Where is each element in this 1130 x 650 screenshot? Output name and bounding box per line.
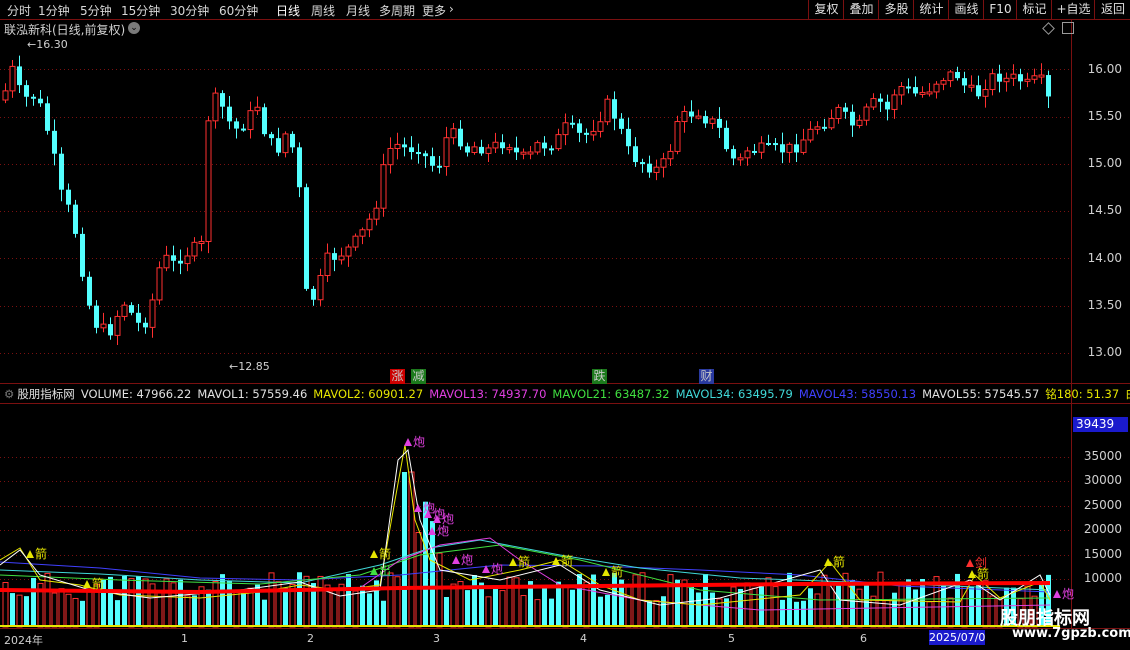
date-label: 5 [728, 632, 735, 645]
price-axis-label: 13.50 [1087, 298, 1122, 312]
high-price-label: ←16.30 [27, 38, 68, 51]
svg-text:炮: 炮 [461, 553, 473, 567]
legend-volume: VOLUME: 47966.22 [80, 387, 192, 401]
current-volume-box: 39439 [1073, 417, 1128, 432]
event-rise-badge[interactable]: 涨 [390, 369, 405, 384]
volume-bars [2, 471, 1051, 628]
svg-text:炮: 炮 [413, 435, 425, 449]
legend-mavol34: MAVOL34: 63495.79 [675, 387, 793, 401]
svg-text:箭: 箭 [833, 554, 845, 569]
chevron-down-icon[interactable]: ⌄ [128, 22, 140, 34]
date-label: 4 [580, 632, 587, 645]
price-axis-label: 13.00 [1087, 345, 1122, 359]
svg-text:箭: 箭 [518, 554, 530, 569]
price-axis-label: 15.50 [1087, 109, 1122, 123]
svg-text:箭: 箭 [92, 576, 104, 591]
current-date-box: 2025/07/0 [929, 630, 986, 645]
date-label: 2024年 [4, 634, 43, 647]
volume-gridlines [0, 457, 1071, 580]
chart-title[interactable]: 联泓新科(日线,前复权) [4, 21, 125, 38]
volume-axis-label: 30000 [1083, 473, 1122, 487]
candlesticks [2, 55, 1051, 345]
svg-text:箭: 箭 [35, 546, 47, 561]
price-axis-label: 14.50 [1087, 203, 1122, 217]
svg-text:出: 出 [379, 564, 391, 578]
svg-text:炮: 炮 [491, 562, 503, 576]
legend-mavol1: MAVOL1: 57559.46 [197, 387, 308, 401]
legend-mavol21: MAVOL21: 63487.32 [552, 387, 670, 401]
date-label: 6 [860, 632, 867, 645]
date-label: 2 [307, 632, 314, 645]
svg-text:箭: 箭 [977, 566, 989, 581]
legend-mavol55: MAVOL55: 57545.57 [922, 387, 1040, 401]
event-fall-badge[interactable]: 跌 [592, 369, 607, 384]
volume-axis-label: 15000 [1083, 547, 1122, 561]
volume-axis-label: 25000 [1083, 498, 1122, 512]
watermark-url: www.7gpzb.com [1012, 626, 1130, 641]
window-toggle-icon[interactable] [1062, 22, 1074, 34]
legend-mavol13: MAVOL13: 74937.70 [429, 387, 547, 401]
volume-axis-label: 20000 [1083, 522, 1122, 536]
svg-text:炮: 炮 [437, 524, 449, 538]
date-label: 3 [433, 632, 440, 645]
svg-text:箭: 箭 [561, 553, 573, 568]
legend-mavol2: MAVOL2: 60901.27 [313, 387, 424, 401]
event-finance-badge[interactable]: 财 [699, 369, 714, 384]
volume-axis-label: 35000 [1083, 449, 1122, 463]
legend-white: 白 [1125, 387, 1130, 401]
indicator-legend: ⚙ 股朋指标网 VOLUME: 47966.22 MAVOL1: 57559.46 MA… [0, 386, 1130, 402]
volume-axis-label: 10000 [1083, 571, 1122, 585]
legend-ming180: 铭180: 51.37 [1045, 387, 1120, 401]
svg-text:炮: 炮 [1062, 587, 1074, 601]
indicator-settings-icon[interactable]: ⚙ [4, 387, 14, 401]
price-axis-label: 16.00 [1087, 62, 1122, 76]
event-reduce-badge[interactable]: 减 [411, 369, 426, 384]
price-axis-label: 15.00 [1087, 156, 1122, 170]
svg-text:箭: 箭 [379, 546, 391, 561]
price-gridlines [0, 69, 1071, 354]
indicator-name[interactable]: 股朋指标网 [17, 387, 75, 401]
svg-text:箭: 箭 [611, 564, 623, 579]
low-price-label: ←12.85 [229, 360, 270, 373]
legend-mavol43: MAVOL43: 58550.13 [798, 387, 917, 401]
date-label: 1 [181, 632, 188, 645]
kline-chart[interactable]: 箭箭箭出炮炮炮炮炮炮炮箭箭箭箭 剑箭炮 [0, 0, 1130, 650]
price-axis-label: 14.00 [1087, 251, 1122, 265]
